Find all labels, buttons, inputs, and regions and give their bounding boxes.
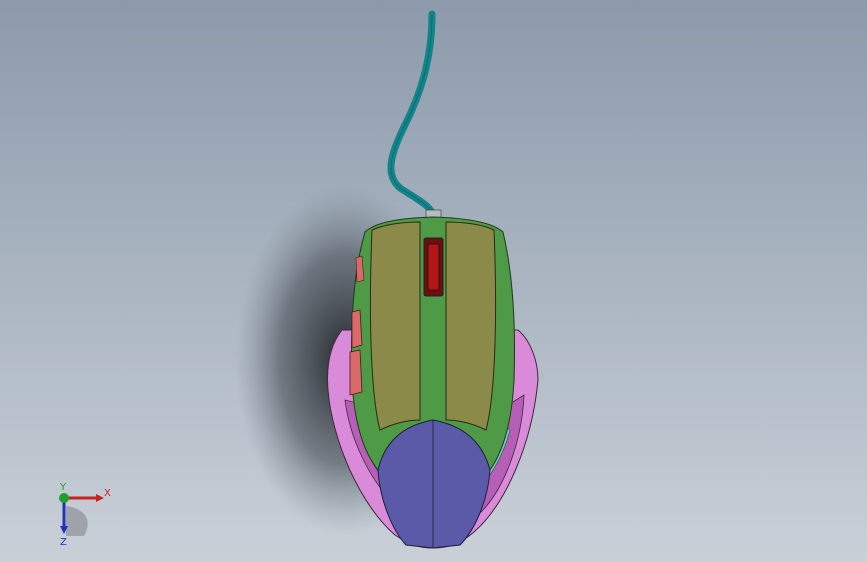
side-button-back[interactable] — [349, 349, 363, 396]
x-axis-arrowhead — [96, 494, 104, 502]
z-axis-label: Z — [60, 537, 67, 548]
x-axis-label: X — [104, 488, 111, 499]
side-button-forward[interactable] — [351, 309, 363, 349]
triad-shadow — [66, 506, 88, 536]
right-button[interactable] — [445, 221, 497, 431]
3d-scene[interactable] — [0, 0, 867, 562]
y-axis-label: Y — [59, 482, 67, 493]
y-axis-dot — [59, 493, 69, 503]
graphics-viewport[interactable]: X Y Z — [0, 0, 867, 562]
scroll-wheel[interactable] — [427, 243, 440, 291]
reference-triad: X Y Z — [59, 482, 111, 548]
left-button[interactable] — [369, 221, 421, 431]
